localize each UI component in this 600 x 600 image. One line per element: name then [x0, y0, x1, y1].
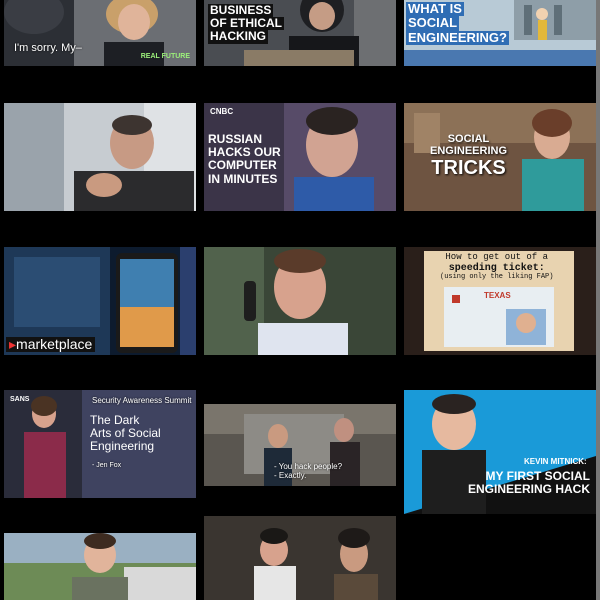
cnbc-logo: CNBC — [210, 107, 234, 116]
video-thumbnail-man-outdoors[interactable] — [4, 533, 196, 600]
title-line: COMPUTER — [208, 158, 277, 173]
title-line: ENGINEERING — [430, 145, 508, 158]
title-line: SOCIAL — [447, 133, 490, 145]
video-thumbnail-group[interactable] — [204, 516, 396, 600]
thumbnail-title: How to get out of a speeding ticket: (us… — [440, 252, 554, 282]
thumbnail-image — [4, 103, 196, 211]
channel-logo: ▸marketplace — [6, 336, 96, 353]
title-line: TRICKS — [431, 157, 506, 180]
license-state: TEXAS — [484, 291, 511, 300]
title-line: WHAT IS — [406, 1, 464, 17]
thumbnail-image — [204, 516, 396, 600]
speaker-name: KEVIN MITNICK: — [524, 457, 587, 466]
title-line: Engineering — [90, 439, 155, 454]
thumbnail-title: The Dark Arts of Social Engineering — [90, 413, 161, 454]
video-thumbnail-ethical-hacking[interactable]: BUSINESS OF ETHICAL HACKING — [204, 0, 396, 66]
thumbnail-title: MY FIRST SOCIAL ENGINEERING HACK — [466, 469, 590, 497]
thumbnail-title: SOCIAL ENGINEERING TRICKS — [430, 133, 507, 179]
title-line: (using only the liking FAP) — [440, 272, 554, 281]
video-thumbnail-you-hack-people[interactable]: - You hack people? - Exactly. — [204, 404, 396, 486]
video-thumbnail-dark-arts[interactable]: SANS Security Awareness Summit The Dark … — [4, 390, 196, 498]
event-name: Security Awareness Summit — [92, 396, 192, 405]
video-thumbnail-social-engineering-tricks[interactable]: SOCIAL ENGINEERING TRICKS — [404, 103, 596, 211]
video-thumbnail-speeding-ticket[interactable]: How to get out of a speeding ticket: (us… — [404, 247, 596, 355]
title-line: How to get out of a — [445, 252, 549, 262]
thumbnail-title: WHAT IS SOCIAL ENGINEERING? — [406, 1, 509, 45]
subtitle-caption: I'm sorry. My– — [14, 42, 82, 54]
video-thumbnail-russian-hacks[interactable]: CNBC RUSSIAN HACKS OUR COMPUTER IN MINUT… — [204, 103, 396, 211]
title-line: SOCIAL — [406, 15, 460, 31]
video-thumbnail-kevin-mitnick[interactable]: KEVIN MITNICK: MY FIRST SOCIAL ENGINEERI… — [404, 390, 596, 514]
thumbnail-image — [4, 533, 196, 600]
title-line: ENGINEERING HACK — [467, 482, 590, 497]
title-line: IN MINUTES — [208, 171, 278, 186]
scrollbar[interactable] — [596, 0, 600, 600]
video-thumbnail-phone-call[interactable] — [4, 103, 196, 211]
channel-logo: REAL FUTURE — [140, 53, 190, 60]
video-thumbnail-grid: I'm sorry. My– REAL FUTURE BUSINESS OF E… — [0, 0, 600, 600]
play-icon: ▸ — [9, 336, 17, 352]
subtitle-line: - You hack people? — [274, 462, 343, 471]
video-thumbnail-telephone[interactable] — [204, 247, 396, 355]
subtitle-line: - Exactly. — [274, 471, 307, 480]
channel-name: marketplace — [16, 336, 93, 352]
video-thumbnail-marketplace[interactable]: ▸marketplace — [4, 247, 196, 355]
thumbnail-title: BUSINESS OF ETHICAL HACKING — [208, 3, 284, 44]
subtitle-caption: - You hack people? - Exactly. — [274, 462, 342, 480]
thumbnail-image — [204, 247, 396, 355]
title-line: ENGINEERING? — [406, 29, 509, 45]
title-line: HACKING — [208, 29, 268, 44]
thumbnail-title: RUSSIAN HACKS OUR COMPUTER IN MINUTES — [208, 132, 281, 186]
video-thumbnail-real-future[interactable]: I'm sorry. My– REAL FUTURE — [4, 0, 196, 66]
sans-logo: SANS — [10, 396, 30, 403]
video-thumbnail-what-is-social-engineering[interactable]: WHAT IS SOCIAL ENGINEERING? — [404, 0, 596, 66]
speaker-name: - Jen Fox — [92, 462, 122, 469]
